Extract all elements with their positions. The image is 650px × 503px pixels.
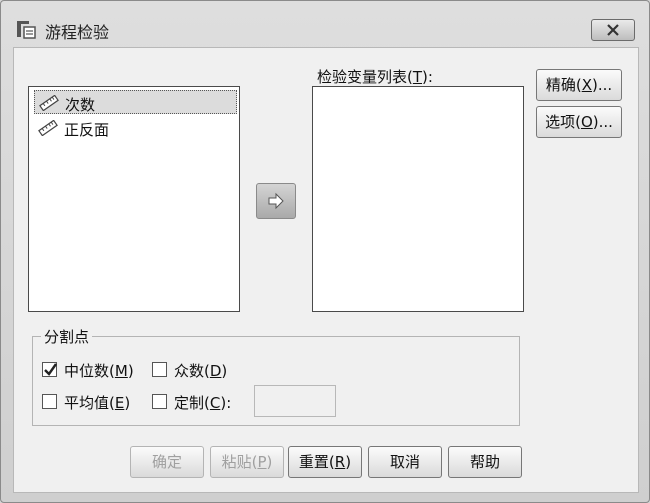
run-test-dialog: 游程检验 次数 正反面 检验变量列表(T): 精确(X)... 选项(O)...… — [0, 0, 650, 503]
mode-checkbox[interactable] — [152, 362, 167, 377]
title-bar[interactable]: 游程检验 — [1, 1, 649, 47]
close-x-icon — [607, 24, 619, 36]
source-variable-list[interactable]: 次数 正反面 — [28, 86, 240, 312]
test-variable-list[interactable] — [312, 86, 524, 312]
dialog-body: 次数 正反面 检验变量列表(T): 精确(X)... 选项(O)... 分割点 … — [13, 47, 639, 493]
test-variable-list-label: 检验变量列表(T): — [317, 68, 433, 86]
variable-label: 正反面 — [64, 121, 110, 139]
mode-label[interactable]: 众数(D) — [174, 360, 227, 381]
custom-checkbox[interactable] — [152, 394, 167, 409]
arrow-right-icon — [268, 192, 284, 210]
custom-value-input[interactable] — [254, 385, 336, 417]
cancel-button[interactable]: 取消 — [368, 446, 442, 478]
scale-ruler-icon — [38, 120, 58, 136]
variable-label: 次数 — [65, 96, 96, 114]
run-test-app-icon — [17, 21, 36, 39]
mean-checkbox[interactable] — [42, 394, 57, 409]
variable-item-count[interactable]: 次数 — [34, 90, 237, 114]
median-checkbox[interactable] — [42, 362, 57, 377]
move-to-test-list-button[interactable] — [256, 183, 296, 219]
reset-button[interactable]: 重置(R) — [288, 446, 362, 478]
paste-button[interactable]: 粘贴(P) — [210, 446, 284, 478]
custom-label[interactable]: 定制(C): — [174, 392, 231, 413]
ok-button[interactable]: 确定 — [130, 446, 204, 478]
options-button[interactable]: 选项(O)... — [536, 106, 622, 138]
window-title: 游程检验 — [45, 23, 110, 42]
median-label[interactable]: 中位数(M) — [64, 360, 134, 381]
help-button[interactable]: 帮助 — [448, 446, 522, 478]
variable-item-heads-tails[interactable]: 正反面 — [34, 116, 237, 140]
checkmark-icon — [44, 363, 57, 376]
mean-label[interactable]: 平均值(E) — [64, 392, 130, 413]
scale-ruler-icon — [39, 95, 59, 111]
close-button[interactable] — [591, 19, 635, 41]
cut-point-legend: 分割点 — [41, 326, 93, 347]
exact-button[interactable]: 精确(X)... — [536, 69, 622, 101]
